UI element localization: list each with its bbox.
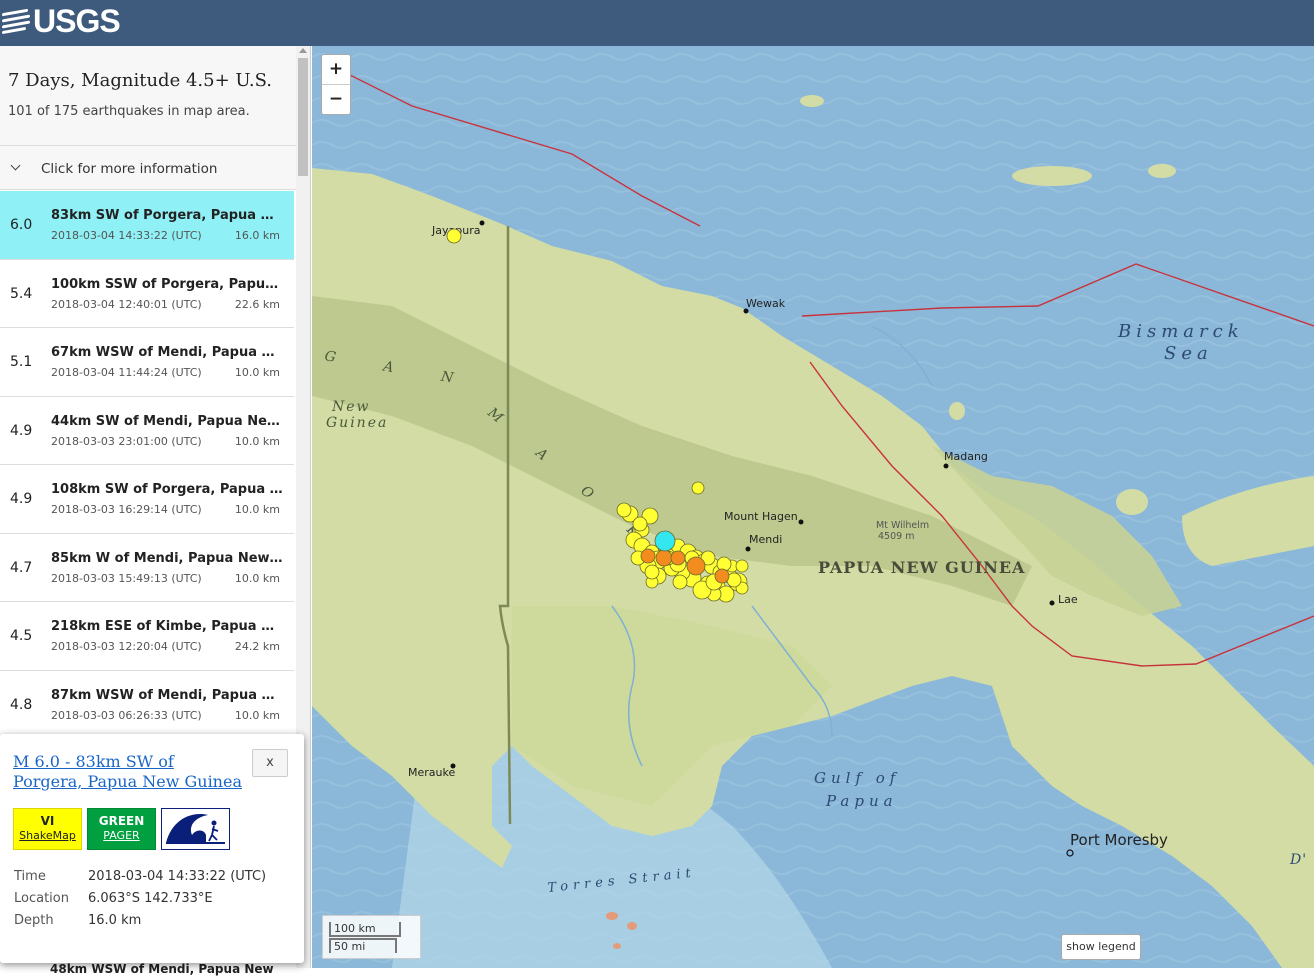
eq-place: 100km SSW of Porgera, Papua New Guinea: [51, 276, 283, 292]
eq-depth: 10.0 km: [234, 571, 280, 585]
eq-place: 85km W of Mendi, Papua New Guinea: [51, 550, 283, 566]
eq-time: 2018-03-03 16:29:14 (UTC): [51, 503, 202, 516]
scrollbar-thumb[interactable]: [298, 58, 308, 176]
eq-magnitude: 4.7: [10, 559, 33, 576]
pager-badge[interactable]: GREEN PAGER: [87, 808, 156, 850]
eq-magnitude: 4.5: [10, 628, 33, 644]
eq-place: 87km WSW of Mendi, Papua New Guinea: [51, 687, 283, 703]
pager-label: PAGER: [103, 829, 140, 842]
usgs-logo-text: USGS: [33, 3, 121, 39]
earthquake-marker[interactable]: [691, 481, 705, 495]
scale-km: 100 km: [329, 922, 401, 937]
tsunami-wave-icon: [166, 814, 225, 844]
more-info-toggle[interactable]: Click for more information: [0, 146, 296, 190]
selected-earthquake-marker[interactable]: [654, 530, 676, 552]
eq-depth: 10.0 km: [234, 503, 280, 516]
earthquake-list-item[interactable]: 4.8 87km WSW of Mendi, Papua New Guinea …: [0, 670, 294, 739]
eq-time: 2018-03-03 15:49:13 (UTC): [51, 571, 202, 585]
eq-depth: 24.2 km: [234, 640, 280, 653]
eq-magnitude: 5.4: [10, 285, 33, 302]
earthquake-list-item[interactable]: 4.5 218km ESE of Kimbe, Papua New Guinea…: [0, 602, 294, 671]
list-count: 101 of 175 earthquakes in map area.: [8, 104, 250, 119]
earthquake-list-item[interactable]: 4.9 108km SW of Porgera, Papua New Guine…: [0, 465, 294, 534]
earthquake-list-item[interactable]: 6.0 83km SW of Porgera, Papua New Guinea…: [0, 191, 294, 260]
eq-time: 2018-03-04 14:33:22 (UTC): [51, 229, 202, 242]
depth-value: 16.0 km: [88, 913, 142, 928]
earthquake-popup: M 6.0 - 83km SW of Porgera, Papua New Gu…: [0, 734, 304, 963]
earthquake-marker[interactable]: [686, 556, 706, 576]
eq-depth: 10.0 km: [234, 708, 280, 722]
earthquake-markers: [446, 228, 749, 603]
depth-label: Depth: [14, 913, 54, 928]
eq-time: 2018-03-04 12:40:01 (UTC): [51, 297, 202, 311]
map-view[interactable]: Jayapura Wewak Madang Mount Hagen Mendi …: [312, 46, 1314, 968]
earthquake-marker[interactable]: [714, 568, 730, 584]
time-label: Time: [14, 869, 46, 884]
eq-place: 44km SW of Mendi, Papua New Guinea: [51, 413, 283, 429]
earthquake-marker[interactable]: [670, 550, 686, 566]
eq-depth: 10.0 km: [234, 366, 280, 379]
earthquake-marker[interactable]: [655, 549, 673, 567]
eq-depth: 16.0 km: [234, 229, 280, 242]
zoom-control: + −: [321, 54, 351, 115]
location-value: 6.063°S 142.733°E: [88, 891, 213, 906]
earthquake-list-item-partial[interactable]: 48km WSW of Mendi, Papua New: [50, 962, 274, 976]
eq-magnitude: 4.9: [10, 491, 33, 507]
earthquake-marker[interactable]: [735, 559, 749, 573]
show-legend-button[interactable]: show legend: [1061, 934, 1141, 960]
list-title: 7 Days, Magnitude 4.5+ U.S.: [8, 70, 273, 91]
earthquake-marker[interactable]: [672, 574, 688, 590]
shakemap-intensity: VI: [40, 814, 55, 828]
eq-place: 83km SW of Porgera, Papua New Guinea: [51, 208, 283, 223]
earthquake-marker[interactable]: [446, 228, 462, 244]
eq-place: 218km ESE of Kimbe, Papua New Guinea: [51, 619, 283, 634]
eq-time: 2018-03-03 06:26:33 (UTC): [51, 708, 202, 722]
scale-mi: 50 mi: [329, 938, 397, 953]
pager-alert-level: GREEN: [98, 814, 145, 828]
earthquake-list-item[interactable]: 4.9 44km SW of Mendi, Papua New Guinea 2…: [0, 396, 294, 465]
earthquake-list-item[interactable]: 5.1 67km WSW of Mendi, Papua New Guinea …: [0, 328, 294, 397]
eq-magnitude: 4.9: [10, 422, 33, 439]
list-header: 7 Days, Magnitude 4.5+ U.S. 101 of 175 e…: [0, 46, 296, 146]
eq-depth: 22.6 km: [234, 297, 280, 311]
usgs-wave-icon: [2, 4, 32, 38]
eq-place: 67km WSW of Mendi, Papua New Guinea: [51, 345, 283, 360]
site-header: USGS: [0, 0, 1314, 46]
earthquake-marker[interactable]: [640, 548, 656, 564]
shakemap-label: ShakeMap: [19, 829, 76, 842]
earthquake-list-item[interactable]: 5.4 100km SSW of Porgera, Papua New Guin…: [0, 259, 294, 328]
eq-depth: 10.0 km: [234, 434, 280, 448]
eq-time: 2018-03-03 12:20:04 (UTC): [51, 640, 202, 653]
location-label: Location: [14, 891, 69, 906]
more-info-label: Click for more information: [41, 161, 218, 177]
tsunami-badge[interactable]: [161, 808, 230, 850]
eq-place: 108km SW of Porgera, Papua New Guinea: [51, 482, 283, 497]
close-button[interactable]: x: [252, 749, 288, 777]
shakemap-badge[interactable]: VI ShakeMap: [13, 808, 82, 850]
eq-time: 2018-03-04 11:44:24 (UTC): [51, 366, 202, 379]
eq-time: 2018-03-03 23:01:00 (UTC): [51, 434, 202, 448]
earthquake-marker[interactable]: [644, 564, 660, 580]
chevron-down-icon: [10, 160, 21, 171]
scroll-up-arrow-icon[interactable]: [299, 48, 307, 53]
scale-bar: 100 km 50 mi: [322, 915, 421, 959]
earthquake-marker[interactable]: [616, 502, 632, 518]
earthquake-list: 6.0 83km SW of Porgera, Papua New Guinea…: [0, 191, 294, 739]
eq-magnitude: 5.1: [10, 354, 33, 370]
earthquake-list-item[interactable]: 4.7 85km W of Mendi, Papua New Guinea 20…: [0, 533, 294, 602]
zoom-out-button[interactable]: −: [322, 85, 350, 115]
earthquake-marker[interactable]: [632, 516, 648, 532]
zoom-in-button[interactable]: +: [322, 55, 350, 85]
time-value: 2018-03-04 14:33:22 (UTC): [88, 869, 267, 884]
usgs-logo[interactable]: USGS: [2, 3, 121, 39]
eq-magnitude: 4.8: [10, 696, 33, 713]
eq-magnitude: 6.0: [10, 217, 33, 233]
popup-title-link[interactable]: M 6.0 - 83km SW of Porgera, Papua New Gu…: [13, 752, 243, 792]
